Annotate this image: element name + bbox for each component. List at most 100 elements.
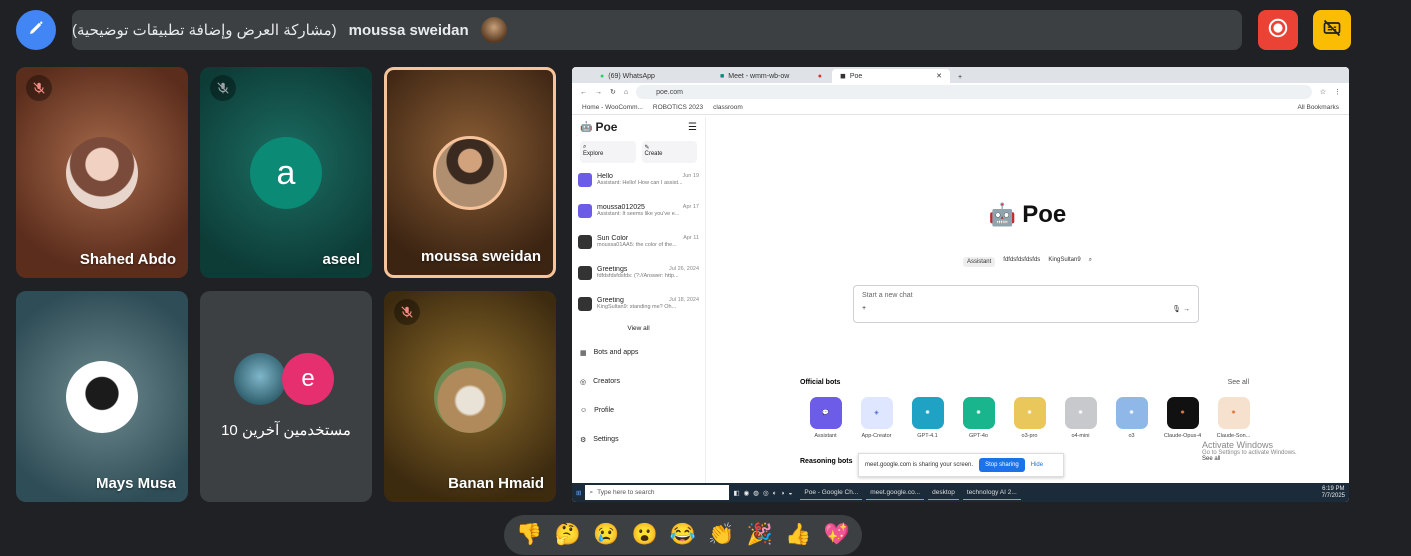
new-tab-icon[interactable]: + xyxy=(952,74,968,83)
participant-tile-mays[interactable]: Mays Musa xyxy=(16,291,188,502)
all-bookmarks[interactable]: All Bookmarks xyxy=(1297,104,1339,111)
reload-icon[interactable]: ↻ xyxy=(610,88,616,96)
nav-creators[interactable]: ◎ Creators xyxy=(572,367,705,396)
avatar-initial: a xyxy=(276,153,296,192)
participant-name: moussa sweidan xyxy=(420,248,541,265)
taskbar-app[interactable]: desktop xyxy=(928,485,959,500)
presenter-avatar xyxy=(480,17,507,43)
taskbar-app[interactable]: meet.google.co... xyxy=(866,485,925,500)
gpt-icon: ✺ xyxy=(1064,397,1097,429)
windows-start-icon[interactable]: ⊞ xyxy=(576,489,581,497)
chat-item[interactable]: Sun Color Apr 11 moussa01AA5: the color of… xyxy=(572,229,705,260)
explore-button[interactable]: ⌕ Explore xyxy=(580,141,636,163)
presentation-banner: moussa sweidan (مشاركة العرض وإضافة تطبي… xyxy=(72,10,1242,50)
bot-chip[interactable]: KingSultan9 xyxy=(1048,257,1080,267)
bot-card[interactable]: ✺ o3 xyxy=(1106,397,1157,439)
mic-off-icon xyxy=(210,75,236,101)
thumbs-down-reaction[interactable]: 👎 xyxy=(512,523,546,547)
pen-activity-button[interactable] xyxy=(16,10,56,50)
captions-off-button[interactable] xyxy=(1313,10,1351,50)
bot-card[interactable]: ✹ Claude-Son... xyxy=(1208,397,1259,439)
shared-screen[interactable]: ● (69) WhatsApp ■ Meet - wmm-wb-ow ● ◼ Poe ✕ … xyxy=(572,67,1349,502)
hide-button[interactable]: Hide xyxy=(1031,462,1043,468)
bookmark-item[interactable]: Home - WooComm... xyxy=(582,104,643,111)
bot-icon xyxy=(578,173,592,187)
app-creator-icon: ◈ xyxy=(860,397,893,429)
back-icon[interactable]: ← xyxy=(580,89,587,96)
address-bar-row: ← → ↻ ⌂ poe.com ☆ ⋮ xyxy=(572,83,1349,101)
participant-tile-shahed[interactable]: Shahed Abdo xyxy=(16,67,188,278)
taskbar-clock[interactable]: 6:19 PM 7/7/2025 xyxy=(1322,486,1345,499)
stop-sharing-button[interactable]: Stop sharing xyxy=(979,458,1025,472)
url-input[interactable]: poe.com xyxy=(636,85,1312,99)
surprised-reaction[interactable]: 😮 xyxy=(628,523,662,547)
bot-card[interactable]: ✺ o4-mini xyxy=(1055,397,1106,439)
bot-icon xyxy=(578,297,592,311)
bot-card[interactable]: 💬 Assistant xyxy=(800,397,851,439)
nav-settings[interactable]: ⚙ Settings xyxy=(572,425,705,454)
crying-reaction[interactable]: 😢 xyxy=(589,523,623,547)
hamburger-icon[interactable]: ☰ xyxy=(688,122,697,133)
create-button[interactable]: ✎ Create xyxy=(641,141,697,163)
record-icon xyxy=(1267,17,1289,44)
chat-item[interactable]: moussa012025 Apr 17 Assistant: It seems li… xyxy=(572,198,705,229)
bot-card[interactable]: ✺ GPT-4o xyxy=(953,397,1004,439)
thinking-reaction[interactable]: 🤔 xyxy=(551,523,585,547)
chat-item[interactable]: Greetings Jul 26, 2024 fdfdsfdsfdsfds: (?:… xyxy=(572,260,705,291)
taskbar-app[interactable]: Poe - Google Ch... xyxy=(800,485,863,500)
avatar: e xyxy=(282,353,334,405)
gpt-icon: ✺ xyxy=(1013,397,1046,429)
search-icon[interactable]: ⌕ xyxy=(1089,257,1092,267)
see-all-link[interactable]: See all xyxy=(1228,379,1249,386)
avatar-initial: e xyxy=(301,365,315,392)
participant-tile-banan[interactable]: Banan Hmaid xyxy=(384,291,556,502)
bots-row: 💬 Assistant ◈ App-Creator ✺ GPT-4.1 ✺ GPT-4o… xyxy=(800,397,1259,439)
assistant-icon: 💬 xyxy=(809,397,842,429)
nav-profile[interactable]: ☺ Profile xyxy=(572,396,705,425)
claude-icon: ✹ xyxy=(1217,397,1250,429)
taskbar-pinned-icons[interactable]: ◧◉◍◎◐◑◒ xyxy=(733,489,796,497)
bot-card[interactable]: ◈ App-Creator xyxy=(851,397,902,439)
others-tile[interactable]: e 10 مستخدمين آخرين xyxy=(200,291,372,502)
laughing-reaction[interactable]: 😂 xyxy=(666,523,700,547)
bookmark-item[interactable]: classroom xyxy=(713,104,743,111)
clapping-reaction[interactable]: 👏 xyxy=(704,523,738,547)
mic-icon[interactable]: 🎙 xyxy=(1172,306,1181,313)
bot-chip[interactable]: Assistant xyxy=(962,257,996,267)
mic-off-icon xyxy=(394,299,420,325)
chat-item[interactable]: Greeting Jul 18, 2024 KingSultan9: standin… xyxy=(572,291,705,322)
party-reaction[interactable]: 🎉 xyxy=(743,523,777,547)
browser-tab-meet[interactable]: ■ Meet - wmm-wb-ow ● xyxy=(712,69,830,83)
bot-card[interactable]: ✺ GPT-4.1 xyxy=(902,397,953,439)
browser-tab-whatsapp[interactable]: ● (69) WhatsApp xyxy=(592,69,710,83)
bot-card[interactable]: ✹ Claude-Opus-4 xyxy=(1157,397,1208,439)
forward-icon[interactable]: → xyxy=(595,89,602,96)
poe-main: 🤖 Poe Assistant fdfdsfdsfdsfds KingSulta… xyxy=(706,117,1349,483)
heart-reaction[interactable]: 💖 xyxy=(820,523,854,547)
pen-icon xyxy=(27,19,45,42)
poe-hero-title: Poe xyxy=(1022,201,1067,228)
star-icon[interactable]: ☆ xyxy=(1320,88,1326,96)
send-icon[interactable]: → xyxy=(1183,306,1190,313)
gear-icon: ⚙ xyxy=(580,436,587,444)
view-all-link[interactable]: View all xyxy=(572,322,705,338)
chat-item[interactable]: Hello Jun 19 Assistant: Hello! How can I a… xyxy=(572,167,705,198)
poe-logo-icon: 🤖 xyxy=(988,202,1017,227)
participant-name: Mays Musa xyxy=(95,475,176,492)
home-icon[interactable]: ⌂ xyxy=(624,89,628,96)
participant-tile-aseel[interactable]: a aseel xyxy=(200,67,372,278)
participant-tile-moussa[interactable]: moussa sweidan xyxy=(384,67,556,278)
menu-dots-icon[interactable]: ⋮ xyxy=(1334,88,1341,96)
browser-tab-poe[interactable]: ◼ Poe ✕ xyxy=(832,69,950,83)
nav-bots-and-apps[interactable]: ▦ Bots and apps xyxy=(572,338,705,367)
add-icon[interactable]: + xyxy=(862,305,866,313)
thumbs-up-reaction[interactable]: 👍 xyxy=(781,523,815,547)
taskbar-app[interactable]: technology AI 2... xyxy=(962,485,1021,500)
bookmark-item[interactable]: ROBOTICS 2023 xyxy=(653,104,703,111)
taskbar-search[interactable]: ⌕ Type here to search xyxy=(585,485,730,500)
bot-chip[interactable]: fdfdsfdsfdsfds xyxy=(1003,257,1040,267)
new-chat-input[interactable]: Start a new chat + 🎙 → xyxy=(853,285,1199,323)
recording-button[interactable] xyxy=(1258,10,1298,50)
bot-card[interactable]: ✺ o3-pro xyxy=(1004,397,1055,439)
reasoning-bots-label: Reasoning bots xyxy=(800,458,853,465)
